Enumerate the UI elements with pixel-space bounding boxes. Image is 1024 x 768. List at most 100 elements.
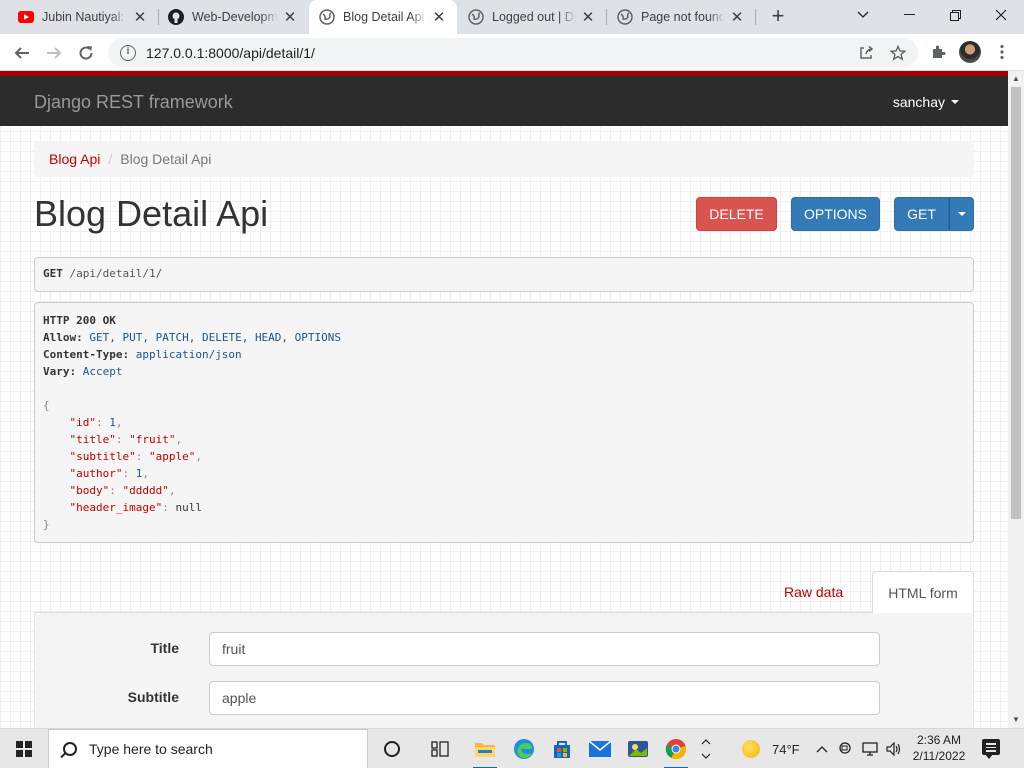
extensions-icon[interactable] — [927, 41, 949, 63]
close-icon[interactable]: ✕ — [729, 8, 745, 26]
tab-title: Logged out | Dja — [492, 10, 576, 24]
cortana-icon[interactable] — [374, 729, 410, 768]
globe-icon — [617, 9, 633, 25]
request-info: GET /api/detail/1/ — [34, 257, 974, 292]
header-name: Vary: — [43, 365, 77, 378]
drf-navbar: Django REST framework sanchay — [0, 71, 1008, 126]
json-key: "header_image" — [69, 501, 163, 514]
breadcrumb-current: Blog Detail Api — [120, 151, 212, 167]
drf-brand-link[interactable]: Django REST framework — [34, 92, 233, 113]
chrome-icon[interactable] — [658, 729, 694, 768]
mail-icon[interactable] — [582, 729, 618, 768]
user-menu[interactable]: sanchay — [893, 94, 959, 110]
edge-icon[interactable] — [506, 729, 542, 768]
delete-button[interactable]: DELETE — [696, 197, 777, 231]
title-input[interactable]: fruit — [209, 632, 880, 666]
network-icon[interactable] — [862, 729, 878, 768]
windows-taskbar: Type here to search 74°F 2:36 AM 2/11/20… — [0, 728, 1024, 768]
header-value: GET, PUT, PATCH, DELETE, HEAD, OPTIONS — [89, 331, 342, 344]
github-icon — [168, 9, 184, 25]
globe-icon — [319, 9, 335, 25]
json-open-brace: { — [43, 399, 50, 412]
subtitle-label: Subtitle — [127, 689, 179, 705]
browser-tab[interactable]: Web-Developme ✕ — [158, 0, 308, 34]
tab-html-form[interactable]: HTML form — [872, 571, 974, 614]
tab-title: Jubin Nautiyal: M — [42, 10, 128, 24]
weather-widget[interactable]: 74°F — [742, 729, 800, 768]
json-key: "author" — [69, 467, 123, 480]
scroll-up-icon[interactable]: ▲ — [1008, 72, 1024, 86]
breadcrumb: Blog Api / Blog Detail Api — [34, 141, 974, 177]
file-explorer-icon[interactable] — [467, 729, 503, 768]
minimize-icon[interactable] — [886, 0, 932, 30]
weather-temp: 74°F — [772, 741, 800, 757]
form-tabs: Raw data HTML form — [34, 571, 974, 614]
new-tab-icon[interactable]: + — [766, 5, 790, 29]
globe-icon — [468, 9, 484, 25]
close-icon[interactable]: ✕ — [132, 8, 148, 26]
window-close-icon[interactable] — [978, 0, 1024, 30]
reload-icon[interactable] — [72, 39, 100, 67]
search-icon — [63, 742, 77, 756]
taskbar-search[interactable]: Type here to search — [48, 729, 368, 768]
page-viewport: Django REST framework sanchay Blog Api /… — [0, 71, 1008, 728]
tab-search-icon[interactable] — [840, 0, 886, 30]
windows-start-icon[interactable] — [0, 729, 48, 768]
breadcrumb-separator: / — [108, 151, 113, 167]
page-title: Blog Detail Api — [34, 193, 269, 234]
clock-date: 2/11/2022 — [912, 749, 966, 763]
close-icon[interactable]: ✕ — [282, 8, 298, 26]
browser-tab[interactable]: Logged out | Dja ✕ — [458, 0, 606, 34]
page-scrollbar[interactable]: ▲ ▼ — [1008, 71, 1024, 728]
forward-icon[interactable] — [40, 39, 68, 67]
json-value: "ddddd" — [122, 484, 169, 497]
scroll-down-icon[interactable]: ▼ — [1008, 713, 1024, 727]
more-menu-icon[interactable] — [991, 41, 1013, 63]
task-view-icon[interactable] — [422, 729, 458, 768]
volume-icon[interactable] — [886, 729, 902, 768]
options-button[interactable]: OPTIONS — [791, 197, 880, 231]
tab-title: Page not found — [641, 10, 725, 24]
back-icon[interactable] — [8, 39, 36, 67]
json-value: null — [175, 501, 202, 514]
subtitle-input[interactable]: apple — [209, 681, 880, 715]
tray-chevron-up-icon[interactable] — [816, 729, 828, 768]
browser-tab[interactable]: Jubin Nautiyal: M ✕ — [8, 0, 158, 34]
bookmark-star-icon[interactable] — [888, 43, 908, 63]
taskbar-overflow-icon[interactable] — [696, 729, 716, 768]
clock-time: 2:36 AM — [916, 733, 962, 747]
tab-raw-data[interactable]: Raw data — [784, 584, 843, 600]
tab-title: Blog Detail Api - — [343, 10, 427, 24]
store-icon[interactable] — [544, 729, 580, 768]
system-clock[interactable]: 2:36 AM 2/11/2022 — [904, 732, 974, 764]
get-format-dropdown[interactable] — [949, 197, 974, 231]
profile-avatar[interactable] — [959, 41, 981, 63]
photos-icon[interactable] — [620, 729, 656, 768]
get-button[interactable]: GET — [894, 197, 949, 231]
json-key: "id" — [69, 416, 97, 429]
json-value: "fruit" — [129, 433, 176, 446]
meet-now-icon[interactable] — [838, 729, 854, 768]
breadcrumb-link-blog-api[interactable]: Blog Api — [49, 151, 100, 167]
url-text: 127.0.0.1:8000/api/detail/1/ — [146, 44, 315, 61]
browser-tab-active[interactable]: Blog Detail Api - ✕ — [309, 0, 457, 34]
scrollbar-thumb[interactable] — [1011, 87, 1021, 519]
share-icon[interactable] — [856, 43, 876, 63]
restore-icon[interactable] — [932, 0, 978, 30]
site-info-icon[interactable]: i — [120, 44, 136, 61]
browser-toolbar: i 127.0.0.1:8000/api/detail/1/ — [0, 34, 1024, 71]
close-icon[interactable]: ✕ — [580, 8, 596, 26]
notifications-icon[interactable] — [982, 739, 1000, 759]
html-form: Title fruit Subtitle apple — [34, 613, 974, 728]
close-icon[interactable]: ✕ — [431, 8, 447, 26]
json-close-brace: } — [43, 518, 50, 531]
caret-down-icon — [951, 100, 959, 104]
youtube-icon — [18, 9, 34, 25]
title-label: Title — [150, 640, 179, 656]
tab-title: Web-Developme — [192, 10, 278, 24]
json-value: "apple" — [148, 450, 196, 463]
caret-down-icon — [957, 212, 966, 216]
address-bar[interactable]: i 127.0.0.1:8000/api/detail/1/ — [108, 38, 918, 67]
sun-icon — [742, 740, 760, 758]
browser-tab[interactable]: Page not found ✕ — [607, 0, 755, 34]
